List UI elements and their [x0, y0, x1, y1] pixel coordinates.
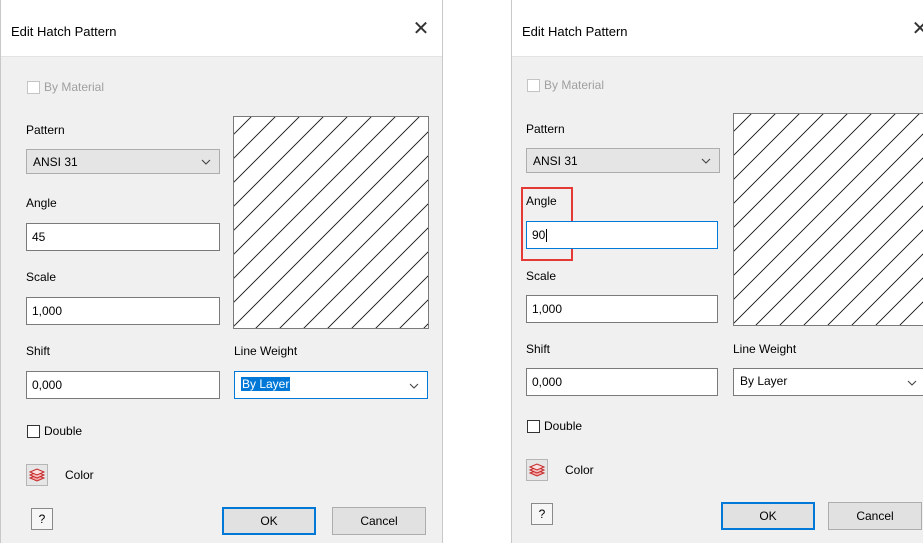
- color-label: Color: [65, 468, 94, 482]
- hatch-preview: [733, 113, 923, 326]
- text-caret: [546, 229, 548, 243]
- close-icon[interactable]: ✕: [407, 15, 435, 43]
- angle-input[interactable]: 90: [526, 221, 718, 249]
- by-material-checkbox[interactable]: [27, 81, 40, 94]
- chevron-down-icon: [907, 379, 917, 387]
- scale-value: 1,000: [532, 302, 563, 316]
- help-icon[interactable]: ?: [531, 503, 553, 525]
- cancel-button[interactable]: Cancel: [828, 502, 922, 530]
- double-label: Double: [44, 424, 83, 438]
- edit-hatch-dialog-left: Edit Hatch Pattern ✕ By Material Pattern…: [0, 0, 443, 543]
- dialog-title: Edit Hatch Pattern: [522, 24, 628, 39]
- double-checkbox[interactable]: [527, 420, 540, 433]
- chevron-down-icon: [409, 382, 419, 390]
- angle-input[interactable]: 45: [26, 223, 220, 251]
- title-bar: Edit Hatch Pattern ✕: [512, 0, 923, 57]
- line-weight-label: Line Weight: [234, 344, 298, 358]
- pattern-dropdown[interactable]: ANSI 31: [526, 148, 720, 173]
- pattern-label: Pattern: [26, 123, 65, 137]
- double-checkbox[interactable]: [27, 425, 40, 438]
- ok-button[interactable]: OK: [222, 507, 316, 535]
- pattern-value: ANSI 31: [533, 154, 578, 168]
- color-label: Color: [565, 463, 594, 477]
- shift-label: Shift: [26, 344, 51, 358]
- close-icon[interactable]: ✕: [906, 15, 923, 43]
- pattern-label: Pattern: [526, 122, 565, 136]
- by-material-label: By Material: [544, 78, 605, 92]
- shift-value: 0,000: [32, 378, 63, 392]
- shift-label: Shift: [526, 342, 551, 356]
- line-weight-value: By Layer: [740, 374, 788, 388]
- line-weight-dropdown[interactable]: By Layer: [733, 368, 923, 396]
- edit-hatch-dialog-right: Edit Hatch Pattern ✕ By Material Pattern…: [511, 0, 923, 543]
- angle-value: 45: [32, 230, 46, 244]
- layers-color-icon[interactable]: [526, 459, 548, 481]
- pattern-dropdown[interactable]: ANSI 31: [26, 149, 220, 174]
- cancel-button[interactable]: Cancel: [332, 507, 426, 535]
- shift-input[interactable]: 0,000: [526, 368, 718, 396]
- shift-value: 0,000: [532, 375, 563, 389]
- scale-value: 1,000: [32, 304, 63, 318]
- line-weight-value: By Layer: [241, 377, 291, 391]
- chevron-down-icon: [701, 157, 711, 165]
- shift-input[interactable]: 0,000: [26, 371, 220, 399]
- line-weight-label: Line Weight: [733, 342, 797, 356]
- line-weight-dropdown[interactable]: By Layer: [234, 371, 428, 399]
- ok-button[interactable]: OK: [721, 502, 815, 530]
- angle-value: 90: [532, 228, 546, 242]
- by-material-label: By Material: [44, 80, 105, 94]
- dialog-title: Edit Hatch Pattern: [11, 24, 117, 39]
- layers-color-icon[interactable]: [26, 464, 48, 486]
- scale-label: Scale: [526, 269, 557, 283]
- double-label: Double: [544, 419, 583, 433]
- angle-label: Angle: [26, 196, 57, 210]
- by-material-checkbox[interactable]: [527, 79, 540, 92]
- scale-input[interactable]: 1,000: [26, 297, 220, 325]
- hatch-preview: [233, 116, 429, 329]
- pattern-value: ANSI 31: [33, 155, 78, 169]
- title-bar: Edit Hatch Pattern ✕: [1, 0, 442, 57]
- angle-label: Angle: [526, 194, 557, 208]
- scale-input[interactable]: 1,000: [526, 295, 718, 323]
- help-icon[interactable]: ?: [31, 508, 53, 530]
- scale-label: Scale: [26, 270, 57, 284]
- chevron-down-icon: [201, 158, 211, 166]
